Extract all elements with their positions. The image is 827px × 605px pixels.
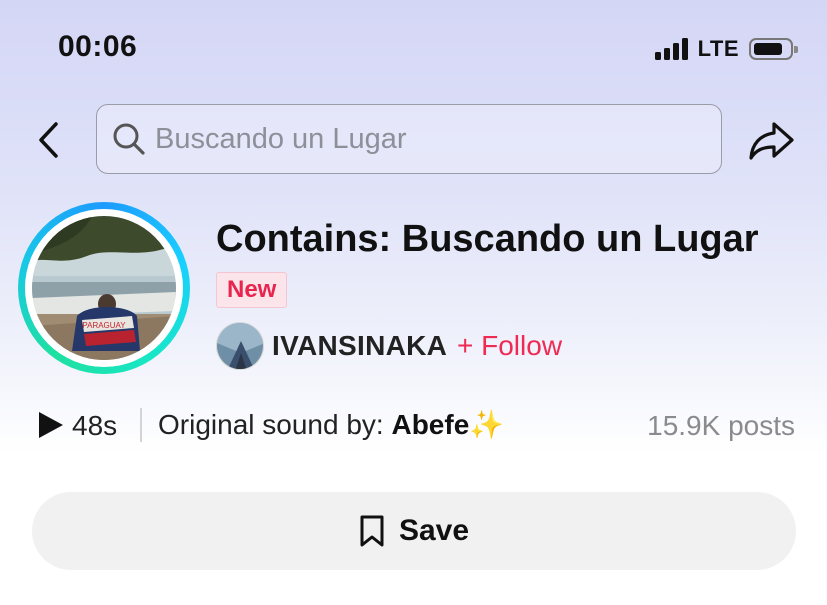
- search-bar[interactable]: [96, 104, 722, 174]
- original-sound-line[interactable]: Original sound by: Abefe✨: [158, 408, 504, 441]
- sound-prefix: Original sound by:: [158, 409, 392, 440]
- play-icon[interactable]: [36, 410, 66, 440]
- posts-count: 15.9K posts: [647, 410, 795, 441]
- bookmark-icon: [360, 515, 384, 547]
- signal-icon: [654, 38, 688, 60]
- page-title: Contains: Buscando un Lugar: [216, 218, 759, 260]
- sound-author[interactable]: Abefe✨: [391, 409, 504, 440]
- new-badge: New: [216, 272, 288, 308]
- save-button[interactable]: Save: [32, 492, 796, 570]
- creator-avatar[interactable]: [216, 322, 264, 370]
- search-icon: [111, 121, 147, 157]
- sound-duration: 48s: [72, 410, 118, 441]
- svg-text:PARAGUAY: PARAGUAY: [82, 321, 126, 330]
- status-indicators: LTE: [654, 36, 798, 62]
- sound-avatar[interactable]: PARAGUAY: [18, 202, 190, 374]
- battery-icon: [749, 38, 798, 60]
- share-icon: [749, 122, 794, 160]
- save-label: Save: [398, 514, 470, 547]
- beach-photo: PARAGUAY: [32, 216, 176, 360]
- creator-name[interactable]: IVANSINAKA: [272, 330, 447, 362]
- back-icon: [39, 122, 58, 158]
- search-input[interactable]: [155, 122, 675, 156]
- status-time: 00:06: [58, 30, 138, 63]
- divider: [140, 408, 142, 442]
- share-button[interactable]: [744, 116, 798, 166]
- back-button[interactable]: [28, 118, 68, 162]
- network-label: LTE: [697, 36, 739, 61]
- follow-button[interactable]: + Follow: [457, 330, 562, 362]
